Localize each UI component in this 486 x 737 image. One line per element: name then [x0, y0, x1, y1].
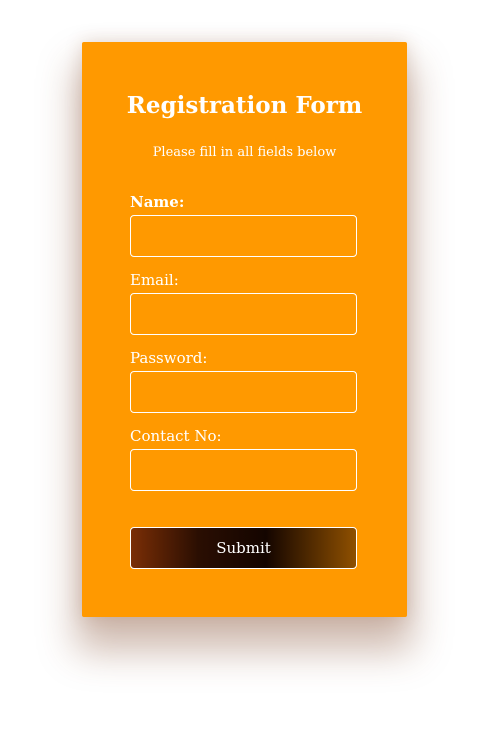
- email-label: Email:: [130, 271, 179, 289]
- name-label: Name:: [130, 193, 185, 211]
- form-title: Registration Form: [126, 92, 363, 119]
- form-subtitle: Please fill in all fields below: [152, 145, 337, 160]
- registration-form-card: Registration Form Please fill in all fie…: [82, 42, 407, 617]
- name-input[interactable]: [130, 215, 357, 257]
- contact-no-label: Contact No:: [130, 427, 222, 445]
- password-input[interactable]: [130, 371, 357, 413]
- email-input[interactable]: [130, 293, 357, 335]
- password-label: Password:: [130, 349, 208, 367]
- contact-no-input[interactable]: [130, 449, 357, 491]
- submit-button[interactable]: Submit: [130, 527, 357, 569]
